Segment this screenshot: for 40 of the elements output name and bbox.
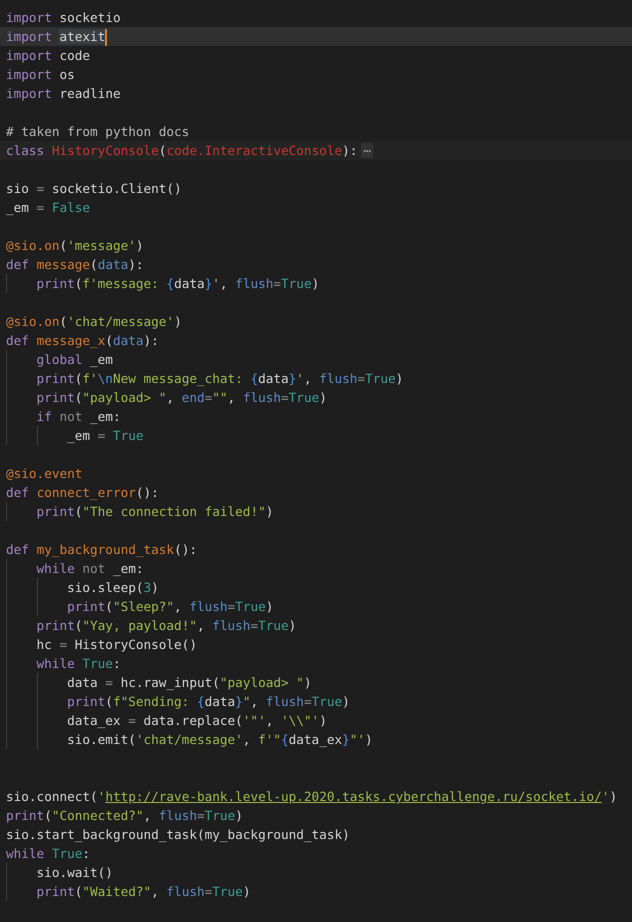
code-line: _em = True	[0, 426, 632, 445]
code-line: print(f"Sending: {data}", flush=True)	[0, 692, 632, 711]
code-line: if not _em:	[0, 407, 632, 426]
code-line: import code	[5, 47, 92, 65]
url-link[interactable]: http://rave-bank.level-up.2020.tasks.cyberchallenge.ru/socket.io/	[105, 789, 602, 804]
code-line: sio = socketio.Client()	[5, 180, 183, 198]
code-line: data = hc.raw_input("payload> ")	[0, 673, 632, 692]
code-line: sio.wait()	[0, 863, 632, 882]
code-line: @sio.on('message')	[5, 237, 145, 255]
code-line: sio.start_background_task(my_background_task)	[5, 826, 351, 844]
code-line: _em = False	[5, 199, 92, 217]
code-line: sio.emit('chat/message', f'"{data_ex}"')	[0, 730, 632, 749]
code-line: import socketio	[5, 9, 122, 27]
code-line: print("The connection failed!")	[0, 502, 632, 521]
code-line: data_ex = data.replace('"', '\\"')	[0, 711, 632, 730]
code-line: print("payload> ", end="", flush=True)	[0, 388, 632, 407]
code-line: # taken from python docs	[5, 123, 190, 141]
code-line: sio.connect('http://rave-bank.level-up.2020.tasks.cyberchallenge.ru/socket.io/')	[5, 788, 618, 806]
code-line: while True:	[5, 845, 92, 863]
code-line: @sio.on('chat/message')	[5, 313, 183, 331]
code-line: hc = HistoryConsole()	[0, 635, 632, 654]
code-line: print(f'message: {data}', flush=True)	[0, 274, 632, 293]
code-line: print("Sleep?", flush=True)	[0, 597, 632, 616]
fold-ellipsis[interactable]: ⋯	[361, 143, 374, 158]
code-line: def connect_error():	[5, 484, 160, 502]
code-line: @sio.event	[5, 465, 84, 483]
code-line: global _em	[0, 350, 632, 369]
code-line: print(f'\nNew message_chat: {data}', flush=True)	[0, 369, 632, 388]
text-cursor	[105, 29, 108, 46]
code-line: def message_x(data):	[5, 332, 160, 350]
code-line: def my_background_task():	[5, 541, 198, 559]
code-line: sio.sleep(3)	[0, 578, 632, 597]
code-line: while not _em:	[0, 559, 632, 578]
code-line: print("Connected?", flush=True)	[5, 807, 244, 825]
code-line: def message(data):	[5, 256, 145, 274]
code-line: import readline	[5, 85, 122, 103]
code-line: print("Waited?", flush=True)	[0, 882, 632, 901]
code-line: import os	[5, 66, 76, 84]
code-line: print("Yay, payload!", flush=True)	[0, 616, 632, 635]
code-line: while True:	[0, 654, 632, 673]
